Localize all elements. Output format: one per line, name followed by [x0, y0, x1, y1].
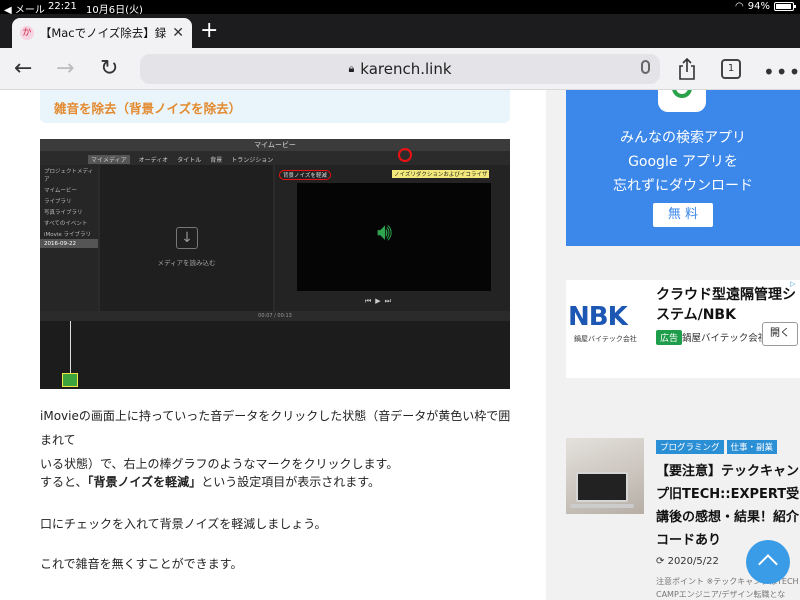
- imovie-tab: マイメディア: [88, 155, 130, 164]
- tab-active[interactable]: か 【Macでノイズ除去】録音した ✕: [12, 18, 192, 48]
- video-preview: 🔊︎: [297, 183, 491, 291]
- back-arrow-icon[interactable]: ←: [14, 56, 32, 81]
- related-article-date: ⟳ 2020/5/22: [656, 556, 719, 567]
- noise-reduction-checkbox-label: 背景ノイズを軽減: [279, 170, 331, 180]
- microphone-icon[interactable]: [641, 60, 650, 74]
- imovie-sidebar-item: すべてのイベント: [44, 220, 88, 227]
- nbk-logo-subtext: 鍋屋バイテック会社: [574, 335, 637, 343]
- advertiser-name: 鍋屋バイテック会社: [682, 333, 768, 344]
- nbk-ad-headline[interactable]: クラウド型遠隔管理システム/NBK: [656, 285, 796, 325]
- imovie-timeline: 00:07 / 00:13: [40, 313, 510, 389]
- wifi-icon: ◠: [735, 1, 744, 12]
- imovie-sidebar-item: プロジェクトメディア: [44, 168, 94, 183]
- playback-controls-icon: ⏮▶⏭: [365, 297, 395, 305]
- google-ad-line-3: 忘れずにダウンロード: [613, 178, 753, 194]
- imovie-sidebar-item: マイムービー: [44, 187, 77, 194]
- status-right: ◠ 94%: [735, 1, 796, 12]
- highlight-circle: [398, 148, 412, 162]
- imovie-tab: タイトル: [177, 157, 202, 164]
- playhead: [70, 321, 71, 381]
- paragraph-3: 口にチェックを入れて背景ノイズを軽減しましょう。: [40, 517, 327, 531]
- lock-icon: 🔒︎: [348, 62, 355, 75]
- paragraph-1-line-1: iMovieの画面上に持っていった音データをクリックした状態（音データが黄色い枠…: [40, 409, 511, 447]
- status-time: 22:21: [48, 1, 77, 12]
- ad-badge: 広告: [656, 330, 683, 345]
- chevron-up-icon: [758, 554, 778, 574]
- tab-bar: か 【Macでノイズ除去】録音した ✕ +: [0, 14, 800, 48]
- browser-toolbar: ← → ↻ 🔒︎ karench.link 1 •••: [0, 48, 800, 90]
- imovie-tab: オーディオ: [138, 157, 169, 164]
- paragraph-4: これで雑音を無くすことができます。: [40, 557, 243, 571]
- google-logo-icon: [658, 90, 706, 112]
- imovie-tab: トランジション: [231, 157, 274, 164]
- google-app-ad[interactable]: みんなの検索アプリ Google アプリを 忘れずにダウンロード 無 料: [566, 90, 800, 246]
- audio-clip: [62, 373, 78, 387]
- refresh-icon: ⟳: [656, 556, 665, 567]
- paragraph-2-bold: 「背景ノイズを軽減」: [87, 475, 202, 489]
- battery-percent: 94%: [747, 1, 770, 12]
- battery-icon: [774, 2, 796, 11]
- related-article-title[interactable]: 【要注意】テックキャンプ旧TECH::EXPERT受講後の感想・結果！紹介コード…: [656, 460, 800, 552]
- reload-icon[interactable]: ↻: [100, 56, 118, 81]
- toc-link[interactable]: 雑音を除去（背景ノイズを除去）: [54, 98, 241, 117]
- laptop-image: [576, 472, 628, 502]
- category-tags: プログラミング 仕事・副業: [656, 440, 778, 454]
- paragraph-2-before: すると、: [40, 475, 88, 489]
- laptop-base: [570, 504, 634, 508]
- download-arrow-icon: ↓: [176, 227, 198, 249]
- paragraph-2: すると、「背景ノイズを軽減」という設定項目が表示されます。: [40, 470, 520, 494]
- related-article-thumbnail[interactable]: [566, 438, 644, 514]
- imovie-sidebar-item: 2016-09-22: [40, 239, 98, 248]
- equalizer-label: ノイズリダクションおよびイコライザ: [392, 170, 490, 178]
- google-ad-line-1: みんなの検索アプリ: [620, 130, 746, 146]
- imovie-window-title: マイムービー: [254, 141, 296, 149]
- open-ad-button[interactable]: 開く: [762, 322, 798, 346]
- imovie-sidebar-item: 写真ライブラリ: [44, 209, 83, 216]
- toc-box: 雑音を除去（背景ノイズを除去）: [40, 90, 510, 123]
- site-favicon-icon: か: [20, 26, 34, 40]
- tab-overview-button[interactable]: 1: [721, 59, 741, 79]
- imovie-tab: 背景: [210, 157, 223, 164]
- url-text: karench.link: [360, 60, 452, 78]
- new-tab-plus-icon[interactable]: +: [200, 20, 218, 42]
- import-media-text: メディアを読み込む: [157, 259, 216, 267]
- imovie-viewer: 背景ノイズを軽減 ノイズリダクションおよびイコライザ 🔊︎ ⏮▶⏭: [275, 165, 510, 311]
- web-page: 雑音を除去（背景ノイズを除去） マイムービー マイメディア オーディオ タイトル…: [0, 90, 800, 600]
- free-download-button[interactable]: 無 料: [653, 203, 713, 227]
- share-icon[interactable]: [677, 58, 697, 80]
- imovie-screenshot: マイムービー マイメディア オーディオ タイトル 背景 トランジション プロジェ…: [40, 139, 510, 389]
- speaker-icon: 🔊︎: [377, 218, 393, 246]
- tab-close-icon[interactable]: ✕: [172, 25, 184, 41]
- imovie-sidebar-item: ライブラリ: [44, 198, 72, 205]
- category-tag[interactable]: プログラミング: [656, 440, 724, 454]
- nbk-logo: NBK: [568, 302, 628, 332]
- scroll-to-top-button[interactable]: [746, 540, 790, 584]
- status-bar: ◀ メール 22:21 10月6日(火) ◠ 94%: [0, 0, 800, 16]
- forward-arrow-icon[interactable]: →: [56, 56, 74, 81]
- related-article-date-text: 2020/5/22: [667, 556, 719, 567]
- address-bar[interactable]: 🔒︎ karench.link: [140, 54, 660, 84]
- category-tag[interactable]: 仕事・副業: [726, 440, 778, 454]
- more-options-icon[interactable]: •••: [763, 60, 800, 84]
- paragraph-2-after: という設定項目が表示されます。: [201, 475, 380, 489]
- imovie-library-sidebar: プロジェクトメディア マイムービー ライブラリ 写真ライブラリ すべてのイベント…: [40, 165, 98, 311]
- timecode: 00:07 / 00:13: [40, 313, 510, 321]
- imovie-sidebar-item: iMovie ライブラリ: [44, 231, 92, 238]
- paragraph-1: iMovieの画面上に持っていった音データをクリックした状態（音データが黄色い枠…: [40, 404, 520, 476]
- article-column: 雑音を除去（背景ノイズを除去） マイムービー マイメディア オーディオ タイトル…: [0, 90, 546, 600]
- google-ad-line-2: Google アプリを: [628, 154, 738, 170]
- nbk-ad[interactable]: ▷ NBK 鍋屋バイテック会社 クラウド型遠隔管理システム/NBK 広告 鍋屋バ…: [566, 280, 800, 378]
- sidebar: みんなの検索アプリ Google アプリを 忘れずにダウンロード 無 料 ▷ N…: [546, 90, 800, 600]
- imovie-tabs: マイメディア オーディオ タイトル 背景 トランジション: [88, 155, 273, 164]
- tab-title: 【Macでノイズ除去】録音した: [39, 26, 167, 40]
- imovie-media-browser: ↓ メディアを読み込む: [100, 165, 273, 311]
